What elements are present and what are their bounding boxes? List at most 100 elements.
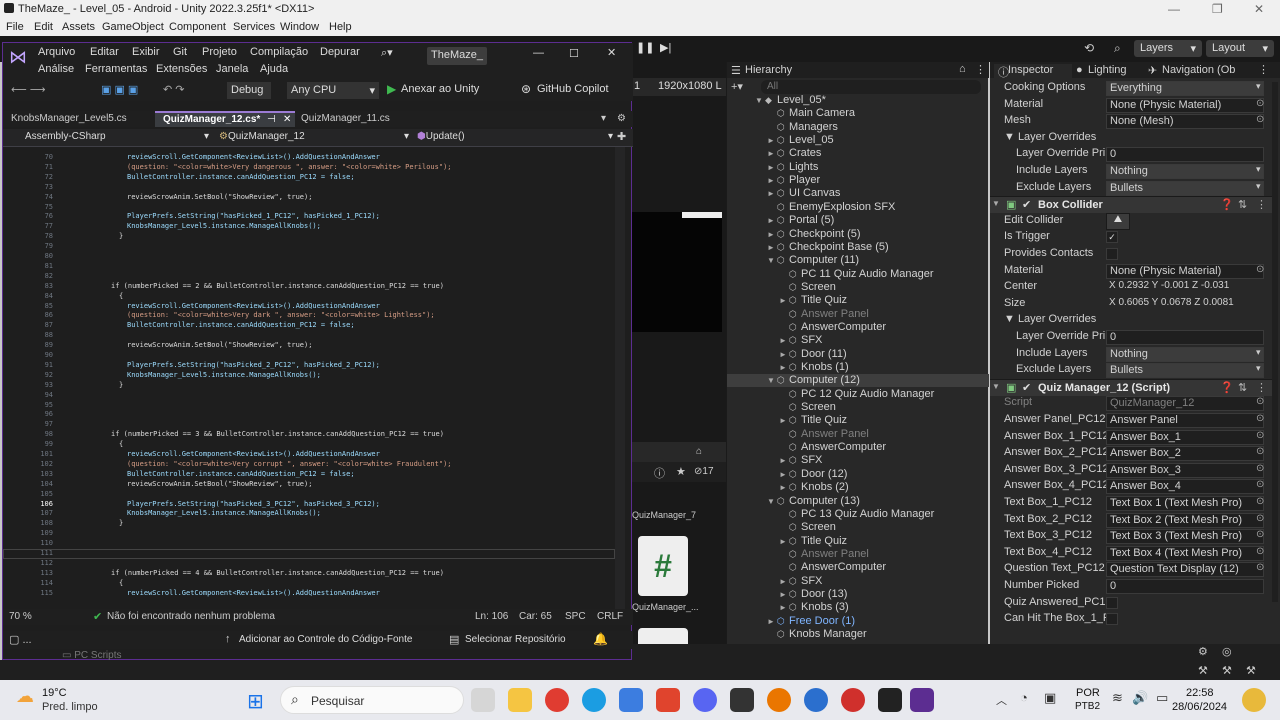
hierarchy-item[interactable]: ► ⬡ Knobs (3) [779, 601, 849, 613]
hierarchy-item[interactable]: ⬡ Answer Panel [779, 548, 869, 560]
add-icon[interactable]: +▾ [731, 80, 743, 93]
lighting-tab[interactable]: Lighting [1088, 64, 1127, 76]
hierarchy-item[interactable]: ⬡ PC 12 Quiz Audio Manager [779, 388, 934, 400]
collapse-arrow-icon[interactable]: ▼ [992, 199, 1000, 208]
object-picker-icon[interactable]: ⊙ [1256, 413, 1264, 424]
clock-date[interactable]: 28/06/2024 [1172, 701, 1227, 713]
expand-arrow-icon[interactable]: ▼ [767, 497, 777, 506]
property-checkbox[interactable] [1106, 596, 1118, 609]
hierarchy-item[interactable]: ⬡ AnswerComputer [779, 321, 886, 333]
hierarchy-item[interactable]: ► ⬡ Title Quiz [779, 535, 847, 547]
expand-arrow-icon[interactable]: ► [767, 216, 777, 225]
enabled-checkbox[interactable]: ✔ [1022, 198, 1031, 211]
hierarchy-item[interactable]: ► ⬡ Door (12) [779, 468, 847, 480]
code-line[interactable]: if (numberPicked == 3 && BulletControlle… [111, 430, 444, 438]
menu-component[interactable]: Component [169, 21, 226, 33]
preset-icon[interactable]: ⇅ [1238, 198, 1247, 211]
menu-services[interactable]: Services [233, 21, 275, 33]
expand-arrow-icon[interactable]: ► [779, 603, 789, 612]
back-icon[interactable]: ⟵ ⟶ [11, 83, 46, 96]
hierarchy-item[interactable]: ⬡ Knobs Manager [767, 628, 867, 640]
toolbar-icon[interactable]: ⚒ [1222, 664, 1232, 677]
hierarchy-item[interactable]: ► ⬡ Door (11) [779, 348, 847, 360]
hierarchy-item[interactable]: ► ⬡ SFX [779, 454, 822, 466]
object-field[interactable]: Text Box 2 (Text Mesh Pro) [1106, 512, 1264, 528]
object-field[interactable]: Answer Box_4 [1106, 479, 1264, 495]
code-line[interactable]: { [119, 440, 123, 448]
hierarchy-item[interactable]: ► ⬡ Knobs (2) [779, 481, 849, 493]
hierarchy-item[interactable]: ► ⬡ Checkpoint (5) [767, 228, 861, 240]
hierarchy-search-input[interactable]: All [761, 80, 981, 94]
code-line[interactable]: } [119, 232, 123, 240]
expand-arrow-icon[interactable]: ► [779, 456, 789, 465]
expand-arrow-icon[interactable]: ► [779, 483, 789, 492]
hierarchy-item[interactable]: ► ⬡ UI Canvas [767, 187, 840, 199]
object-picker-icon[interactable]: ⊙ [1256, 264, 1264, 275]
source-control-button[interactable]: Adicionar ao Controle do Código-Fonte [239, 634, 412, 645]
hierarchy-item[interactable]: ⬡ Screen [779, 401, 836, 413]
code-line[interactable]: { [119, 579, 123, 587]
menu-file[interactable]: File [6, 21, 24, 33]
expand-arrow-icon[interactable]: ► [779, 470, 789, 479]
vector-field[interactable]: X 0.2932 Y -0.001 Z -0.031 [1106, 280, 1264, 295]
property-input[interactable]: 0 [1106, 147, 1264, 163]
layout-dropdown[interactable]: Layout ▾ [1206, 40, 1274, 57]
language-indicator[interactable]: POR [1076, 687, 1100, 699]
network-icon[interactable]: ◎ [1222, 645, 1232, 658]
hierarchy-item[interactable]: ▼ ⬡ Computer (13) [767, 495, 860, 507]
code-line[interactable]: (question: "<color=white>Very dark ", an… [127, 311, 435, 319]
hierarchy-tab[interactable]: Hierarchy [745, 64, 792, 76]
expand-arrow-icon[interactable]: ► [767, 230, 777, 239]
clock-time[interactable]: 22:58 [1186, 687, 1214, 699]
expand-arrow-icon[interactable]: ▼ [755, 96, 765, 105]
member-dropdown[interactable]: ⬢Update() ▾ [417, 131, 613, 142]
tab-quizmanager-12[interactable]: QuizManager_12.cs* ⊣ ✕ [155, 111, 295, 127]
asset-label[interactable]: QuizManager_... [632, 602, 699, 612]
bug-icon[interactable]: ⚙ [1198, 645, 1208, 658]
app-icon[interactable] [804, 688, 828, 712]
visual-studio-icon[interactable] [910, 688, 934, 712]
column-number[interactable]: Car: 65 [519, 611, 552, 622]
hierarchy-item[interactable]: ▼ ◆ Level_05* [755, 94, 826, 106]
history-icon[interactable]: ⟲ [1084, 41, 1094, 55]
lock-icon[interactable]: ⌂ [959, 63, 966, 75]
solution-name-badge[interactable]: TheMaze_ [427, 47, 487, 65]
minimize-icon[interactable]: — [1168, 2, 1180, 16]
edge-icon[interactable] [582, 688, 606, 712]
notification-icon[interactable]: 🔔 [593, 632, 608, 646]
project-dropdown[interactable]: Assembly-CSharp ▾ [25, 131, 209, 142]
expand-arrow-icon[interactable]: ► [767, 189, 777, 198]
maximize-icon[interactable]: ❐ [1212, 2, 1223, 16]
object-picker-icon[interactable]: ⊙ [1256, 114, 1264, 125]
code-line[interactable]: } [119, 381, 123, 389]
collapse-arrow-icon[interactable]: ▼ [992, 382, 1000, 391]
vector-field[interactable]: X 0.6065 Y 0.0678 Z 0.0081 [1106, 297, 1264, 312]
unity-hub-icon[interactable] [730, 688, 754, 712]
code-line[interactable]: PlayerPrefs.SetString("hasPicked_3_PC12"… [127, 500, 380, 508]
keyboard-layout[interactable]: PTB2 [1075, 701, 1100, 712]
resolution-label[interactable]: 1920x1080 L [658, 80, 722, 92]
object-field[interactable]: None (Physic Material) [1106, 263, 1264, 279]
code-line[interactable]: { [119, 292, 123, 300]
hierarchy-item[interactable]: ► ⬡ Checkpoint Base (5) [767, 241, 889, 253]
object-field[interactable]: Text Box 3 (Text Mesh Pro) [1106, 529, 1264, 545]
code-line[interactable]: reviewScroll.GetComponent<ReviewList>().… [127, 450, 380, 458]
code-line[interactable]: (question: "<color=white>Very corrupt ",… [127, 460, 452, 468]
wifi-icon[interactable]: ≋ [1112, 690, 1123, 706]
asset-label[interactable]: QuizManager_7 [632, 510, 696, 520]
unity-icon[interactable] [878, 688, 902, 712]
object-field[interactable]: Answer Box_3 [1106, 462, 1264, 478]
expand-arrow-icon[interactable]: ► [779, 577, 789, 586]
more-icon[interactable]: ⋮ [1258, 63, 1269, 76]
hierarchy-item[interactable]: ► ⬡ Free Door (1) [767, 615, 855, 627]
enabled-checkbox[interactable]: ✔ [1022, 381, 1031, 394]
hierarchy-item[interactable]: ⬡ EnemyExplosion SFX [767, 201, 895, 213]
help-icon[interactable]: ❓ [1220, 381, 1234, 394]
code-line[interactable]: reviewScroll.GetComponent<ReviewList>().… [127, 589, 380, 597]
weather-text[interactable]: Pred. limpo [42, 701, 98, 713]
expand-arrow-icon[interactable]: ► [779, 416, 789, 425]
settings-icon[interactable]: ⚙ [617, 113, 626, 124]
object-picker-icon[interactable]: ⊙ [1256, 430, 1264, 441]
line-endings[interactable]: CRLF [597, 611, 623, 622]
code-line[interactable]: PlayerPrefs.SetString("hasPicked_2_PC12"… [127, 361, 380, 369]
